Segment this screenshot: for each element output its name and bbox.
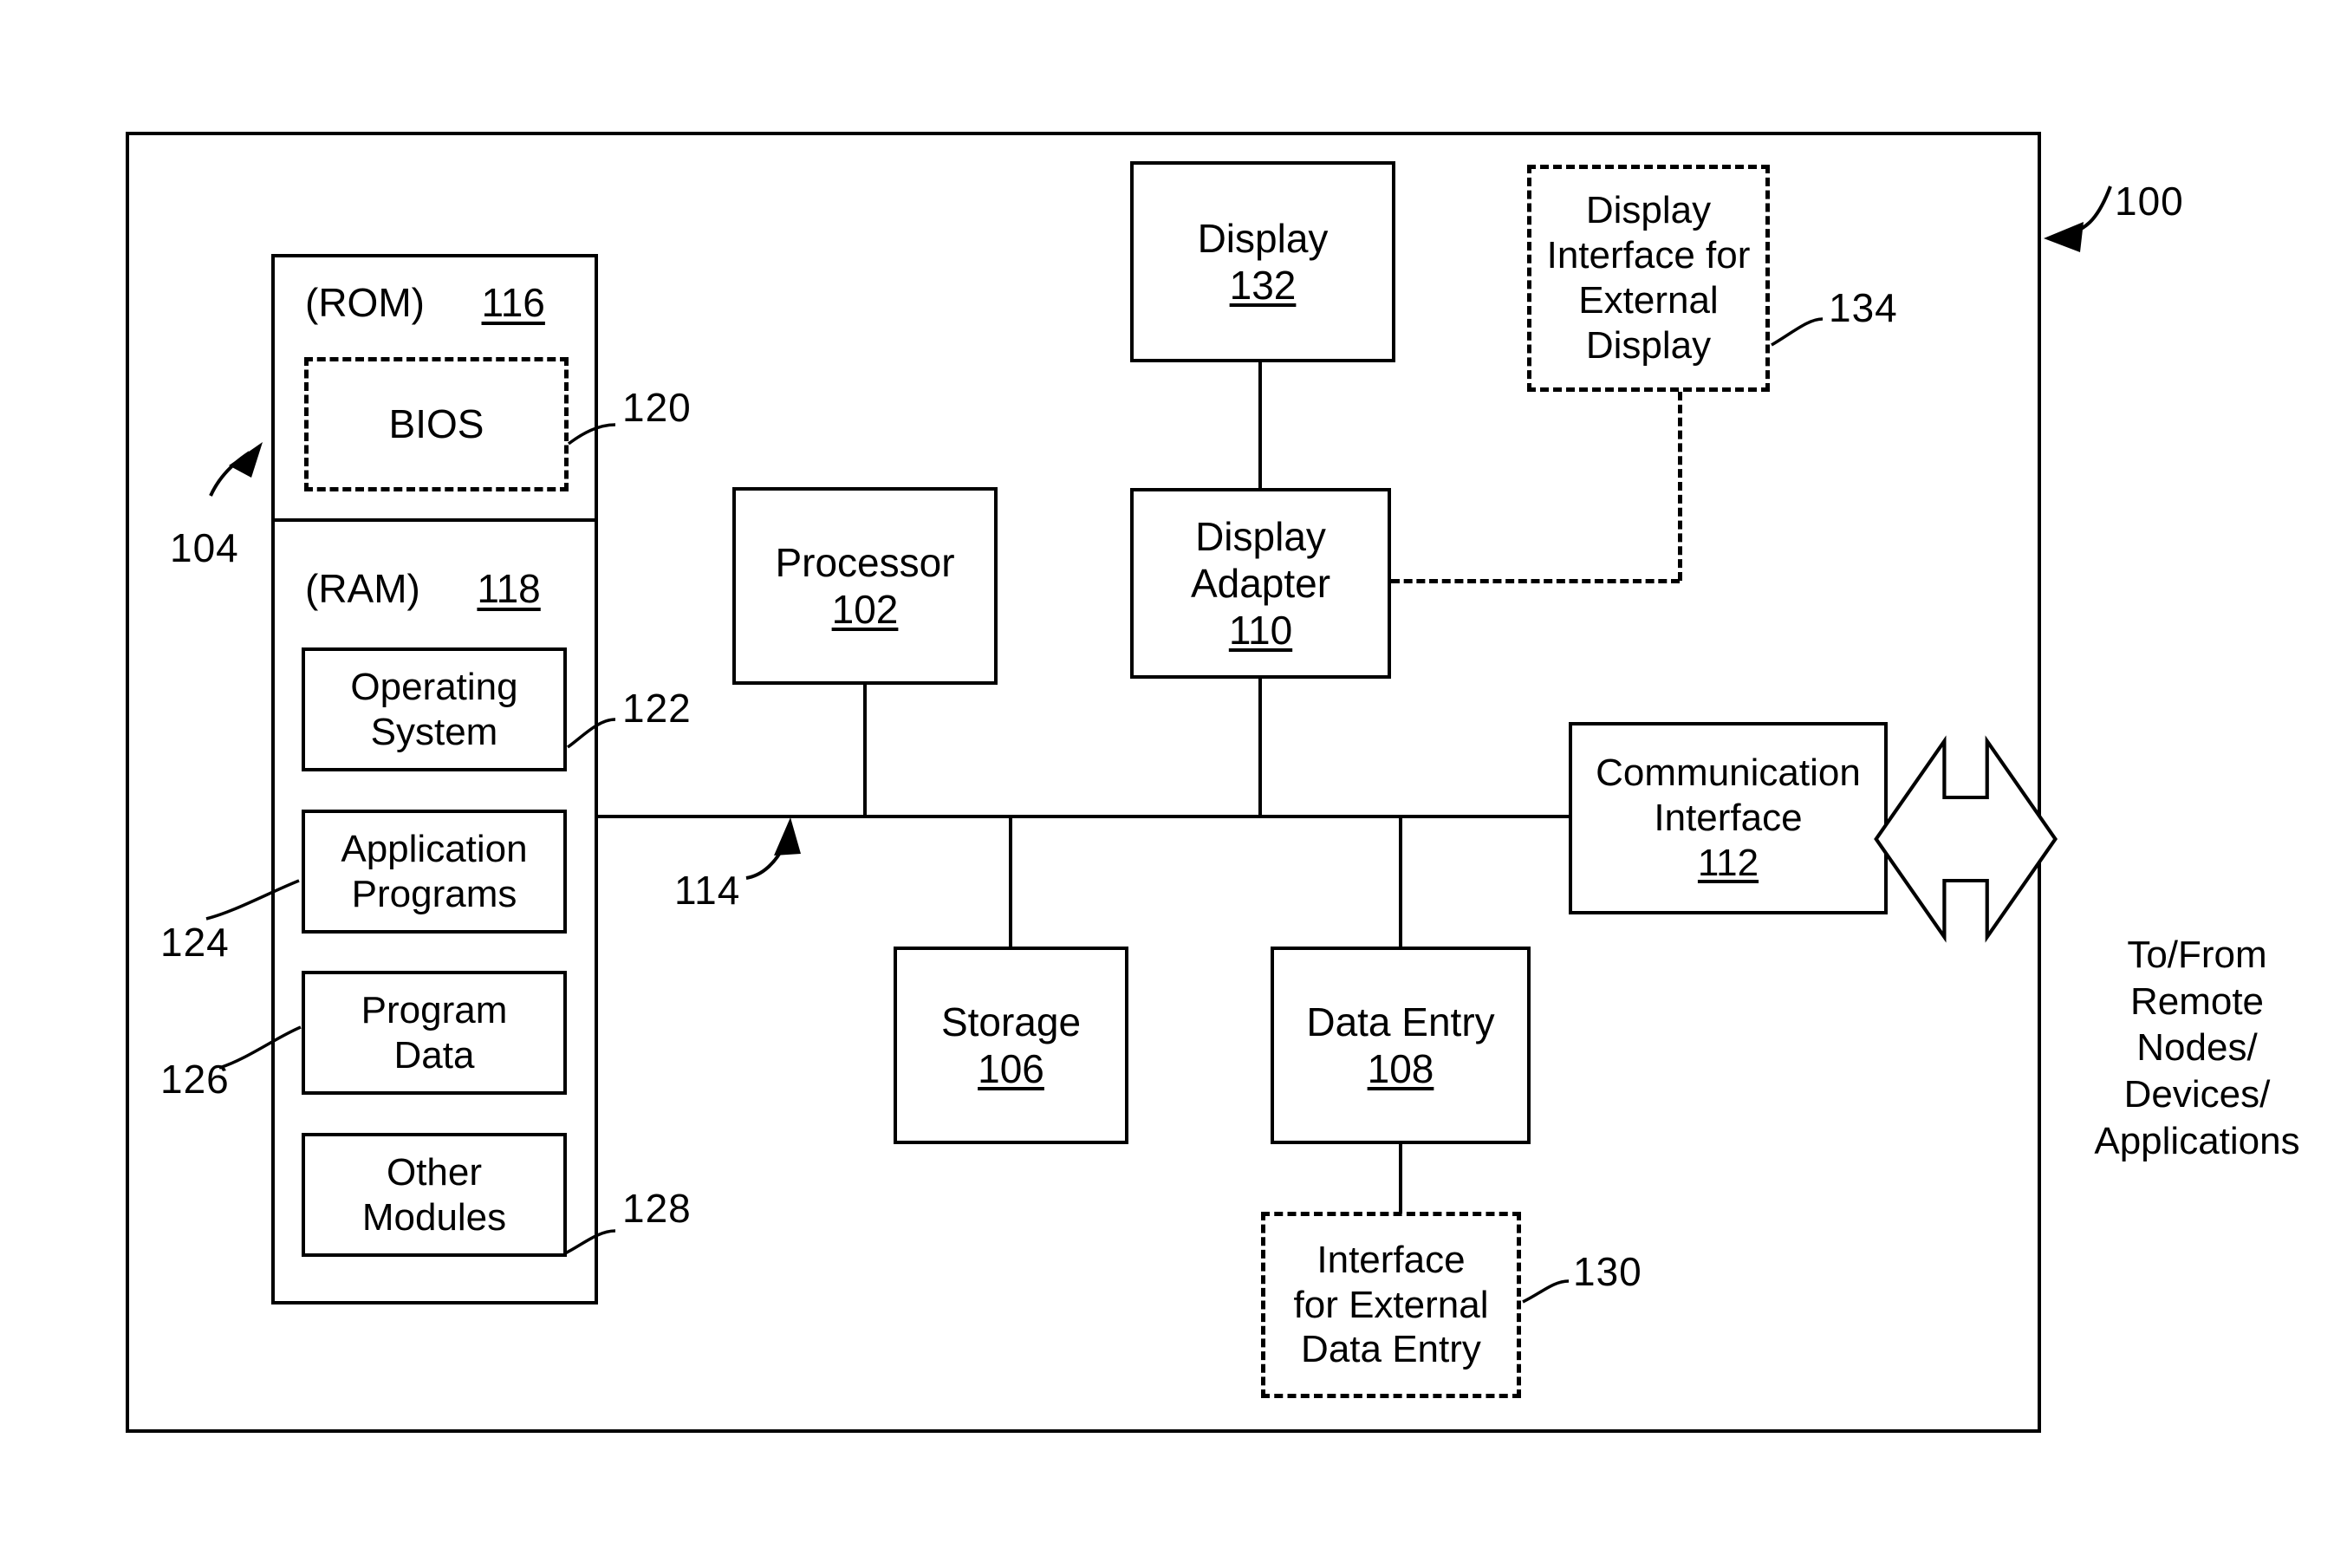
- ram-label: (RAM): [305, 566, 420, 611]
- ref-128: 128: [622, 1186, 692, 1231]
- processor-label: Processor: [775, 539, 955, 585]
- external-display-interface-label: Display Interface for External Display: [1546, 189, 1751, 367]
- program-data-label: Program Data: [361, 988, 508, 1077]
- adapter-external-display-link-vertical: [1678, 392, 1682, 581]
- external-data-entry-interface-label: Interface for External Data Entry: [1293, 1238, 1489, 1371]
- display-adapter-ref: 110: [1228, 608, 1293, 654]
- storage-label: Storage: [940, 999, 1082, 1044]
- ram-module-application-programs: Application Programs: [302, 810, 567, 934]
- processor-ref: 102: [831, 587, 899, 632]
- other-modules-label: Other Modules: [361, 1150, 507, 1239]
- processor-bus-connector: [863, 685, 867, 817]
- display-ref: 132: [1229, 263, 1297, 308]
- communication-interface-block: Communication Interface 112: [1569, 722, 1888, 914]
- display-adapter-block: Display Adapter 110: [1130, 488, 1391, 679]
- data-entry-label: Data Entry: [1306, 999, 1495, 1044]
- system-bus: [596, 815, 1570, 818]
- rom-header: (ROM) 116: [305, 279, 545, 326]
- data-entry-block: Data Entry 108: [1271, 947, 1531, 1144]
- operating-system-label: Operating System: [350, 665, 518, 753]
- ref-130: 130: [1573, 1249, 1642, 1294]
- remote-endpoints-label: To/From Remote Nodes/ Devices/ Applicati…: [2094, 934, 2300, 1162]
- ref-126: 126: [160, 1057, 230, 1102]
- storage-ref: 106: [978, 1046, 1044, 1091]
- ref-104: 104: [170, 525, 239, 570]
- data-entry-to-external-interface-connector: [1399, 1144, 1402, 1213]
- communication-interface-label: Communication Interface: [1596, 751, 1861, 840]
- ref-122: 122: [622, 686, 692, 731]
- display-to-adapter-connector: [1258, 362, 1262, 488]
- ram-header: (RAM) 118: [305, 565, 541, 612]
- ref-100: 100: [2115, 179, 2184, 224]
- ref-120: 120: [622, 385, 692, 430]
- rom-ref: 116: [481, 280, 545, 325]
- bios-label: BIOS: [388, 401, 484, 447]
- storage-bus-connector: [1009, 815, 1012, 948]
- rom-ram-divider: [271, 518, 598, 522]
- ram-module-program-data: Program Data: [302, 971, 567, 1095]
- display-label: Display: [1197, 215, 1329, 261]
- rom-label: (ROM): [305, 280, 425, 325]
- ref-114: 114: [674, 868, 741, 913]
- ref-134: 134: [1829, 285, 1898, 330]
- adapter-external-display-link-horizontal: [1391, 579, 1680, 583]
- application-programs-label: Application Programs: [341, 827, 528, 915]
- bios-block: BIOS: [304, 357, 569, 491]
- ref-124: 124: [160, 920, 230, 965]
- ram-module-operating-system: Operating System: [302, 647, 567, 771]
- communication-interface-ref: 112: [1697, 841, 1759, 884]
- display-adapter-bus-connector: [1258, 679, 1262, 817]
- ram-ref: 118: [477, 566, 541, 611]
- ram-module-other-modules: Other Modules: [302, 1133, 567, 1257]
- external-display-interface-block: Display Interface for External Display: [1527, 165, 1770, 392]
- display-block: Display 132: [1130, 161, 1395, 362]
- external-data-entry-interface-block: Interface for External Data Entry: [1261, 1212, 1521, 1398]
- figure-canvas: (ROM) 116 BIOS (RAM) 118 Operating Syste…: [0, 0, 2347, 1568]
- processor-block: Processor 102: [732, 487, 998, 685]
- storage-block: Storage 106: [894, 947, 1128, 1144]
- display-adapter-label: Display Adapter: [1190, 513, 1331, 606]
- data-entry-ref: 108: [1367, 1046, 1434, 1091]
- data-entry-bus-connector: [1399, 815, 1402, 948]
